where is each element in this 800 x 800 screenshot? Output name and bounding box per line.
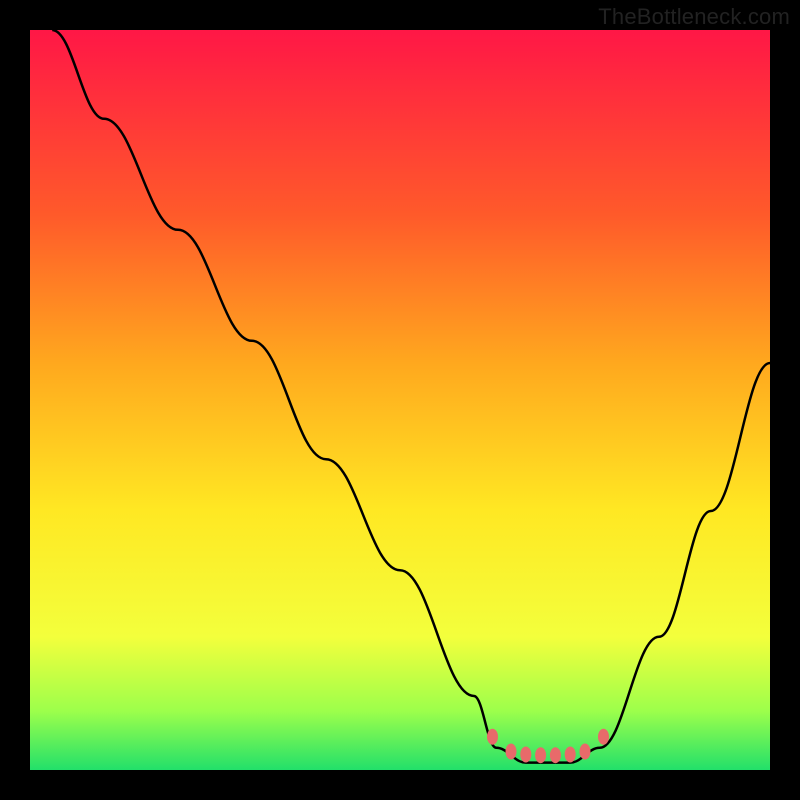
- valley-marker: [506, 744, 517, 760]
- bottleneck-chart: [0, 0, 800, 800]
- valley-marker: [520, 746, 531, 762]
- valley-marker: [565, 746, 576, 762]
- plot-background: [30, 30, 770, 770]
- valley-marker: [550, 747, 561, 763]
- valley-marker: [535, 747, 546, 763]
- valley-marker: [598, 729, 609, 745]
- valley-marker: [580, 744, 591, 760]
- valley-marker: [487, 729, 498, 745]
- watermark-text: TheBottleneck.com: [598, 4, 790, 30]
